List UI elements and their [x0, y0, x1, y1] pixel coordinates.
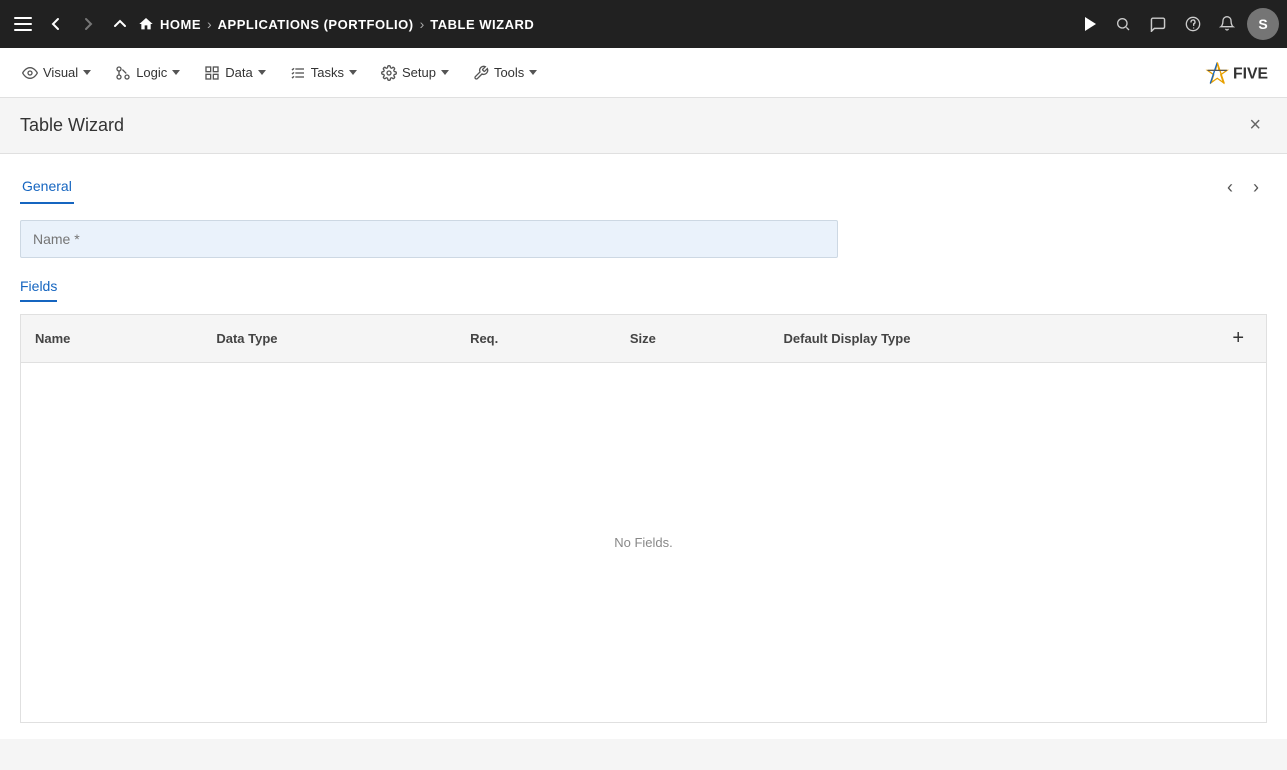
fields-tab[interactable]: Fields	[20, 278, 57, 302]
breadcrumb-applications[interactable]: APPLICATIONS (PORTFOLIO)	[218, 17, 414, 32]
forward-button[interactable]	[74, 10, 102, 38]
fields-table-header: Name Data Type Req. Size Default Display…	[21, 315, 1267, 363]
tools-menu-button[interactable]: Tools	[463, 59, 547, 87]
fields-table-body: No Fields.	[21, 363, 1267, 723]
breadcrumb: HOME › APPLICATIONS (PORTFOLIO) › TABLE …	[138, 16, 534, 32]
svg-text:FIVE: FIVE	[1233, 65, 1268, 82]
nav-right: S	[1077, 8, 1279, 40]
tasks-menu-button[interactable]: Tasks	[280, 59, 367, 87]
tab-navigation: ‹ ›	[1219, 173, 1267, 202]
tabs-list: General	[20, 170, 94, 204]
setup-menu-button[interactable]: Setup	[371, 59, 459, 87]
five-logo: FIVE	[1205, 57, 1275, 89]
data-menu-button[interactable]: Data	[194, 59, 275, 87]
col-req: Req.	[456, 315, 616, 363]
search-button[interactable]	[1109, 10, 1137, 38]
panel-header: Table Wizard ×	[0, 98, 1287, 154]
col-default-display-type: Default Display Type	[770, 315, 1211, 363]
tab-prev-button[interactable]: ‹	[1219, 173, 1241, 202]
top-navigation: HOME › APPLICATIONS (PORTFOLIO) › TABLE …	[0, 0, 1287, 48]
toolbar: Visual Logic Data Tasks Setup	[0, 48, 1287, 98]
tabs-row: General ‹ ›	[20, 170, 1267, 204]
fields-section: Fields Name Data Type Req. Size Default …	[20, 278, 1267, 723]
back-button[interactable]	[42, 10, 70, 38]
name-field-container	[20, 220, 1267, 258]
col-add: +	[1210, 315, 1266, 363]
help-button[interactable]	[1179, 10, 1207, 38]
breadcrumb-separator-1: ›	[207, 16, 212, 32]
avatar-button[interactable]: S	[1247, 8, 1279, 40]
panel-body: General ‹ › Fields Name Data Type Req. S…	[0, 154, 1287, 739]
panel-close-button[interactable]: ×	[1243, 112, 1267, 139]
logic-menu-button[interactable]: Logic	[105, 59, 190, 87]
notifications-button[interactable]	[1213, 9, 1241, 39]
breadcrumb-separator-2: ›	[420, 16, 425, 32]
visual-menu-button[interactable]: Visual	[12, 59, 101, 87]
no-fields-message: No Fields.	[21, 363, 1267, 723]
tab-general[interactable]: General	[20, 170, 74, 204]
col-name: Name	[21, 315, 203, 363]
col-data-type: Data Type	[202, 315, 456, 363]
nav-left: HOME › APPLICATIONS (PORTFOLIO) › TABLE …	[8, 10, 1077, 38]
panel-title: Table Wizard	[20, 115, 124, 136]
tab-next-button[interactable]: ›	[1245, 173, 1267, 202]
col-size: Size	[616, 315, 770, 363]
chat-button[interactable]	[1143, 10, 1173, 38]
name-input[interactable]	[20, 220, 838, 258]
five-logo-svg: FIVE	[1205, 57, 1275, 89]
breadcrumb-home[interactable]: HOME	[138, 16, 201, 32]
play-button[interactable]	[1077, 10, 1103, 38]
menu-button[interactable]	[8, 11, 38, 37]
fields-table: Name Data Type Req. Size Default Display…	[20, 314, 1267, 723]
breadcrumb-table-wizard[interactable]: TABLE WIZARD	[430, 17, 534, 32]
add-field-button[interactable]: +	[1224, 325, 1252, 352]
no-fields-row: No Fields.	[21, 363, 1267, 723]
up-button[interactable]	[106, 10, 134, 38]
main-panel: Table Wizard × General ‹ › Fields Name	[0, 98, 1287, 739]
